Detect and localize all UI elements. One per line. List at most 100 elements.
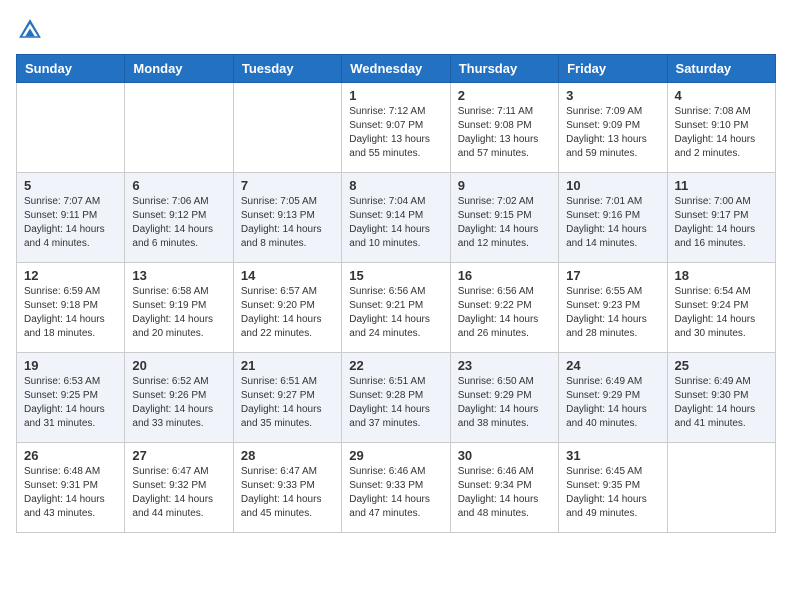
- calendar-cell: [17, 83, 125, 173]
- calendar-cell: 22Sunrise: 6:51 AMSunset: 9:28 PMDayligh…: [342, 353, 450, 443]
- day-number: 17: [566, 268, 659, 283]
- calendar-cell: 12 Sunrise: 6:59 AMSunset: 9:18 PMDayligh…: [17, 263, 125, 353]
- day-info: Sunrise: 7:11 AMSunset: 9:08 PMDaylight:…: [458, 105, 551, 161]
- calendar-cell: 15 Sunrise: 6:56 AMSunset: 9:21 PMDayligh…: [342, 263, 450, 353]
- calendar-cell: [125, 83, 233, 173]
- day-info: Sunrise: 7:01 AMSunset: 9:16 PMDaylight:…: [566, 195, 659, 251]
- calendar-cell: 17 Sunrise: 6:55 AMSunset: 9:23 PMDayligh…: [559, 263, 667, 353]
- calendar-cell: 6Sunrise: 7:06 AMSunset: 9:12 PMDaylight…: [125, 173, 233, 263]
- day-number: 21: [241, 358, 334, 373]
- day-number: 10: [566, 178, 659, 193]
- calendar-cell: 21 Sunrise: 6:51 AMSunset: 9:27 PMDayligh…: [233, 353, 341, 443]
- calendar-header-saturday: Saturday: [667, 55, 775, 83]
- day-number: 9: [458, 178, 551, 193]
- calendar-header-tuesday: Tuesday: [233, 55, 341, 83]
- day-number: 25: [675, 358, 768, 373]
- day-number: 7: [241, 178, 334, 193]
- calendar-cell: 31 Sunrise: 6:45 AMSunset: 9:35 PMDayligh…: [559, 443, 667, 533]
- day-number: 26: [24, 448, 117, 463]
- calendar-cell: 7 Sunrise: 7:05 AMSunset: 9:13 PMDaylight…: [233, 173, 341, 263]
- day-number: 30: [458, 448, 551, 463]
- day-info: Sunrise: 7:04 AMSunset: 9:14 PMDaylight:…: [349, 195, 442, 251]
- day-info: Sunrise: 6:56 AMSunset: 9:21 PMDaylight:…: [349, 285, 442, 341]
- calendar-week-row: 1 Sunrise: 7:12 AMSunset: 9:07 PMDaylight…: [17, 83, 776, 173]
- day-info: Sunrise: 7:00 AMSunset: 9:17 PMDaylight:…: [675, 195, 768, 251]
- calendar-cell: 23 Sunrise: 6:50 AMSunset: 9:29 PMDayligh…: [450, 353, 558, 443]
- day-info: Sunrise: 6:57 AMSunset: 9:20 PMDaylight:…: [241, 285, 334, 341]
- calendar-cell: 10 Sunrise: 7:01 AMSunset: 9:16 PMDayligh…: [559, 173, 667, 263]
- day-info: Sunrise: 6:49 AMSunset: 9:30 PMDaylight:…: [675, 375, 768, 431]
- calendar-cell: 5 Sunrise: 7:07 AMSunset: 9:11 PMDaylight…: [17, 173, 125, 263]
- day-number: 18: [675, 268, 768, 283]
- calendar-cell: 13 Sunrise: 6:58 AMSunset: 9:19 PMDayligh…: [125, 263, 233, 353]
- day-number: 28: [241, 448, 334, 463]
- day-number: 1: [349, 88, 442, 103]
- calendar-header-wednesday: Wednesday: [342, 55, 450, 83]
- day-number: 12: [24, 268, 117, 283]
- calendar-cell: 27 Sunrise: 6:47 AMSunset: 9:32 PMDayligh…: [125, 443, 233, 533]
- calendar-cell: [233, 83, 341, 173]
- day-info: Sunrise: 7:07 AMSunset: 9:11 PMDaylight:…: [24, 195, 117, 251]
- day-number: 4: [675, 88, 768, 103]
- calendar-cell: 19 Sunrise: 6:53 AMSunset: 9:25 PMDayligh…: [17, 353, 125, 443]
- day-number: 14: [241, 268, 334, 283]
- day-number: 23: [458, 358, 551, 373]
- day-number: 19: [24, 358, 117, 373]
- day-number: 20: [132, 358, 225, 373]
- calendar-cell: 28Sunrise: 6:47 AMSunset: 9:33 PMDayligh…: [233, 443, 341, 533]
- calendar-week-row: 26Sunrise: 6:48 AMSunset: 9:31 PMDayligh…: [17, 443, 776, 533]
- day-info: Sunrise: 6:46 AMSunset: 9:34 PMDaylight:…: [458, 465, 551, 521]
- day-number: 29: [349, 448, 442, 463]
- day-info: Sunrise: 6:53 AMSunset: 9:25 PMDaylight:…: [24, 375, 117, 431]
- calendar-table: SundayMondayTuesdayWednesdayThursdayFrid…: [16, 54, 776, 533]
- day-info: Sunrise: 7:12 AMSunset: 9:07 PMDaylight:…: [349, 105, 442, 161]
- day-number: 22: [349, 358, 442, 373]
- day-number: 6: [132, 178, 225, 193]
- calendar-header-friday: Friday: [559, 55, 667, 83]
- day-number: 8: [349, 178, 442, 193]
- logo-icon: [16, 16, 44, 44]
- calendar-header-row: SundayMondayTuesdayWednesdayThursdayFrid…: [17, 55, 776, 83]
- day-info: Sunrise: 6:54 AMSunset: 9:24 PMDaylight:…: [675, 285, 768, 341]
- day-number: 31: [566, 448, 659, 463]
- calendar-cell: 20Sunrise: 6:52 AMSunset: 9:26 PMDayligh…: [125, 353, 233, 443]
- calendar-week-row: 12 Sunrise: 6:59 AMSunset: 9:18 PMDayligh…: [17, 263, 776, 353]
- day-info: Sunrise: 6:46 AMSunset: 9:33 PMDaylight:…: [349, 465, 442, 521]
- day-info: Sunrise: 6:50 AMSunset: 9:29 PMDaylight:…: [458, 375, 551, 431]
- day-number: 27: [132, 448, 225, 463]
- day-number: 24: [566, 358, 659, 373]
- calendar-cell: 9 Sunrise: 7:02 AMSunset: 9:15 PMDaylight…: [450, 173, 558, 263]
- calendar-cell: 3Sunrise: 7:09 AMSunset: 9:09 PMDaylight…: [559, 83, 667, 173]
- day-number: 16: [458, 268, 551, 283]
- day-info: Sunrise: 6:49 AMSunset: 9:29 PMDaylight:…: [566, 375, 659, 431]
- calendar-cell: 30 Sunrise: 6:46 AMSunset: 9:34 PMDayligh…: [450, 443, 558, 533]
- day-number: 15: [349, 268, 442, 283]
- day-info: Sunrise: 7:08 AMSunset: 9:10 PMDaylight:…: [675, 105, 768, 161]
- day-info: Sunrise: 7:02 AMSunset: 9:15 PMDaylight:…: [458, 195, 551, 251]
- calendar-cell: [667, 443, 775, 533]
- day-number: 3: [566, 88, 659, 103]
- day-info: Sunrise: 6:47 AMSunset: 9:32 PMDaylight:…: [132, 465, 225, 521]
- calendar-cell: 11 Sunrise: 7:00 AMSunset: 9:17 PMDayligh…: [667, 173, 775, 263]
- calendar-cell: 18 Sunrise: 6:54 AMSunset: 9:24 PMDayligh…: [667, 263, 775, 353]
- calendar-cell: 2Sunrise: 7:11 AMSunset: 9:08 PMDaylight…: [450, 83, 558, 173]
- calendar-cell: 25 Sunrise: 6:49 AMSunset: 9:30 PMDayligh…: [667, 353, 775, 443]
- calendar-cell: 1 Sunrise: 7:12 AMSunset: 9:07 PMDaylight…: [342, 83, 450, 173]
- calendar-cell: 29 Sunrise: 6:46 AMSunset: 9:33 PMDayligh…: [342, 443, 450, 533]
- day-number: 5: [24, 178, 117, 193]
- day-info: Sunrise: 6:51 AMSunset: 9:27 PMDaylight:…: [241, 375, 334, 431]
- calendar-cell: 14 Sunrise: 6:57 AMSunset: 9:20 PMDayligh…: [233, 263, 341, 353]
- day-info: Sunrise: 6:59 AMSunset: 9:18 PMDaylight:…: [24, 285, 117, 341]
- day-info: Sunrise: 7:05 AMSunset: 9:13 PMDaylight:…: [241, 195, 334, 251]
- day-number: 11: [675, 178, 768, 193]
- day-info: Sunrise: 6:55 AMSunset: 9:23 PMDaylight:…: [566, 285, 659, 341]
- day-info: Sunrise: 6:45 AMSunset: 9:35 PMDaylight:…: [566, 465, 659, 521]
- day-info: Sunrise: 6:58 AMSunset: 9:19 PMDaylight:…: [132, 285, 225, 341]
- calendar-cell: 24 Sunrise: 6:49 AMSunset: 9:29 PMDayligh…: [559, 353, 667, 443]
- calendar-cell: 16Sunrise: 6:56 AMSunset: 9:22 PMDayligh…: [450, 263, 558, 353]
- calendar-header-sunday: Sunday: [17, 55, 125, 83]
- calendar-cell: 8 Sunrise: 7:04 AMSunset: 9:14 PMDaylight…: [342, 173, 450, 263]
- day-number: 13: [132, 268, 225, 283]
- calendar-cell: 26Sunrise: 6:48 AMSunset: 9:31 PMDayligh…: [17, 443, 125, 533]
- page-header: [16, 16, 776, 44]
